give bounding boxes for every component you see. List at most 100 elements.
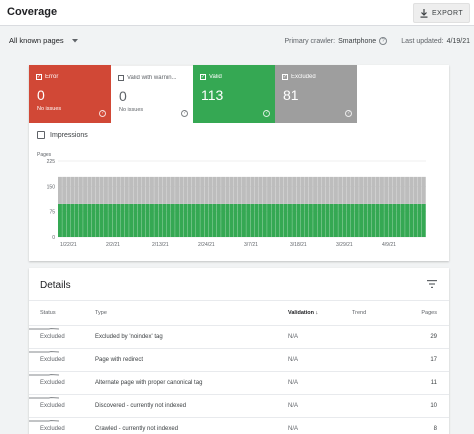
x-tick-label: 1/22/21 [60,242,77,248]
help-icon[interactable]: ? [181,110,188,117]
crawl-meta: Primary crawler: Smartphone ? Last updat… [285,37,470,45]
row-pages: 17 [430,357,437,363]
row-pages: 10 [430,403,437,409]
row-status: Excluded [40,426,65,432]
bar-valid [338,203,343,237]
bar-excluded [325,176,330,204]
table-row[interactable]: Excluded Discovered - currently not index… [29,394,449,417]
y-tick-label: 150 [47,184,56,190]
bar-valid [66,203,71,237]
bar-excluded [409,176,414,204]
x-tick-label: 3/29/21 [336,242,353,248]
bar-excluded [62,176,67,204]
bar-valid [99,203,104,237]
impressions-toggle[interactable]: Impressions [37,131,88,139]
tile-label: Error [45,74,59,80]
bar-valid [313,203,318,237]
column-status[interactable]: Status [40,310,56,316]
table-row[interactable]: Excluded Alternate page with proper canon… [29,371,449,394]
row-trend-sparkline [29,351,60,353]
bar-excluded [83,176,88,204]
tile-count: 113 [201,87,224,103]
table-row[interactable]: Excluded Excluded by 'noindex' tag N/A 29 [29,325,449,348]
tile-excluded[interactable]: ✓ Excluded 81 ? [275,65,357,123]
bar-valid [271,203,276,237]
bar-excluded [417,176,422,204]
x-tick-label: 2/13/21 [152,242,169,248]
bar-valid [196,203,200,237]
bar-excluded [133,176,138,204]
bar-excluded [308,176,313,204]
column-validation[interactable]: Validation ↓ [288,310,318,316]
bar-excluded [342,176,347,204]
help-icon[interactable]: ? [379,37,388,45]
bar-excluded [104,176,108,204]
row-pages: 8 [433,426,437,432]
bar-excluded [108,176,113,204]
bar-excluded [158,176,163,204]
help-icon[interactable]: ? [345,110,352,117]
bar-valid [78,203,83,237]
bar-excluded [380,176,384,204]
bar-valid [200,203,205,237]
row-type: Discovered - currently not indexed [95,403,187,409]
column-validation-label: Validation [288,310,314,316]
bar-excluded [166,176,171,204]
coverage-summary-card: ✓ Error 0 No issues ? Valid with warnin..… [29,65,449,261]
tile-count: 0 [37,87,45,103]
bar-valid [179,203,184,237]
bar-valid [350,203,355,237]
table-row[interactable]: Excluded Crawled - currently not indexed N… [29,417,449,434]
bar-valid [62,203,67,237]
bar-valid [267,203,272,237]
bar-excluded [200,176,205,204]
bar-valid [150,203,154,237]
top-bar: Coverage EXPORT [0,0,474,26]
bar-excluded [300,176,305,204]
bar-excluded [204,176,209,204]
bar-excluded [242,176,246,204]
help-icon[interactable]: ? [263,110,270,117]
bar-excluded [350,176,355,204]
primary-crawler-value: Smartphone [338,37,377,45]
table-row[interactable]: Excluded Page with redirect N/A 17 [29,348,449,371]
help-icon[interactable]: ? [99,110,106,117]
x-tick-label: 2/24/21 [198,242,215,248]
pages-selector[interactable]: All known pages [9,36,78,45]
filter-icon[interactable] [427,280,437,288]
bar-valid [363,203,368,237]
tile-valid-with-warnings[interactable]: Valid with warnin... 0 No issues ? [111,65,193,123]
bar-valid [83,203,88,237]
bar-excluded [288,176,292,204]
bar-valid [380,203,384,237]
tile-count: 0 [119,88,127,104]
table-header: Status Type Validation ↓ Trend Pages [29,300,449,325]
bar-excluded [208,176,213,204]
bar-valid [108,203,113,237]
bar-excluded [225,176,230,204]
bar-excluded [338,176,343,204]
status-tiles: ✓ Error 0 No issues ? Valid with warnin..… [29,65,357,123]
row-type: Crawled - currently not indexed [95,426,179,432]
bar-excluded [179,176,184,204]
bar-valid [342,203,347,237]
bar-valid [246,203,251,237]
bar-valid [70,203,75,237]
bar-excluded [95,176,100,204]
tile-sub: No issues [119,107,144,113]
bar-valid [371,203,376,237]
download-icon [420,8,428,18]
export-button[interactable]: EXPORT [412,3,470,23]
bar-excluded [112,176,117,204]
row-validation: N/A [288,334,299,340]
coverage-chart: Pages 0 75 150 225 1/22/21 2/2/21 2/13/21 2/24/2… [37,152,426,248]
bar-excluded [371,176,376,204]
bar-valid [388,203,393,237]
tile-error[interactable]: ✓ Error 0 No issues ? [29,65,111,123]
row-validation: N/A [288,380,299,386]
bar-valid [191,203,196,237]
row-validation: N/A [288,426,299,432]
tile-valid[interactable]: ✓ Valid 113 ? [193,65,275,123]
column-type[interactable]: Type [95,310,107,316]
column-pages[interactable]: Pages [421,310,437,316]
